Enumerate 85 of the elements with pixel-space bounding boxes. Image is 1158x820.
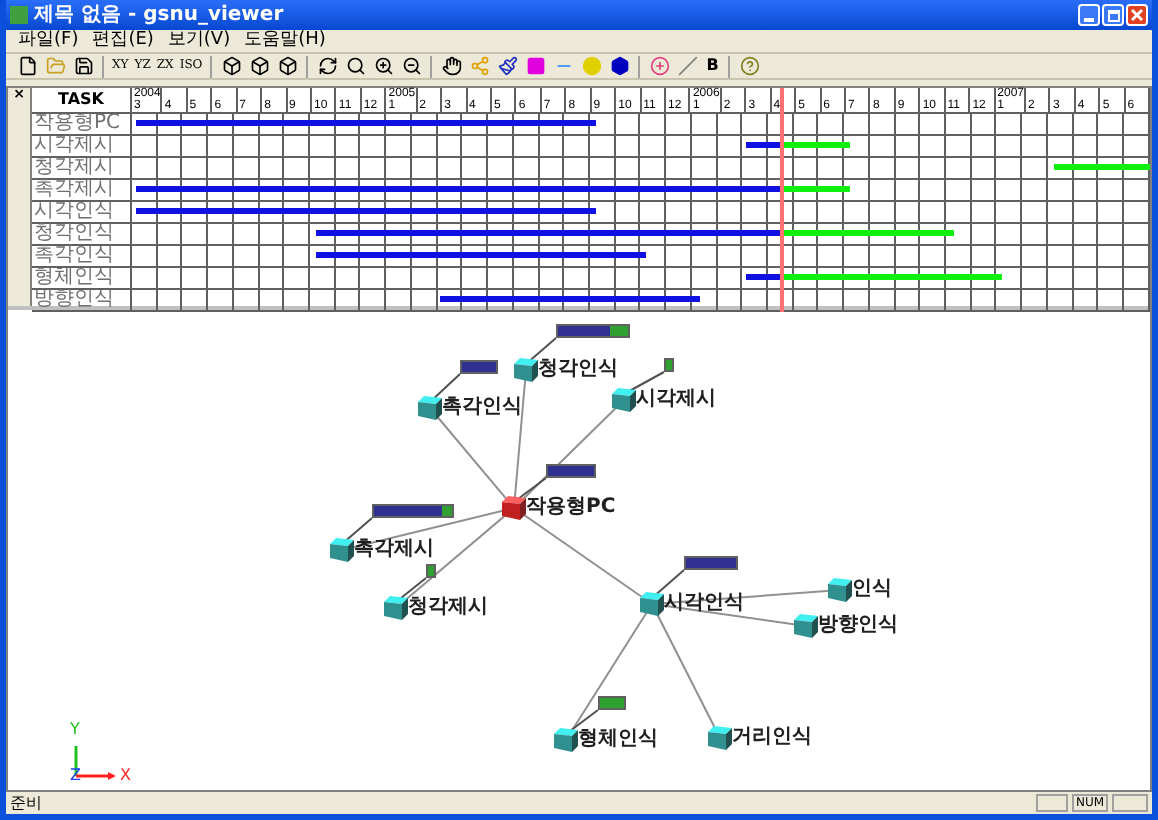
window-title: 제목 없음 - gsnu_viewer <box>34 5 284 25</box>
help-button[interactable] <box>736 53 763 79</box>
zoom-in-button[interactable] <box>370 53 397 79</box>
app-icon <box>10 6 28 24</box>
menu-item[interactable]: 편집(E) <box>92 32 154 50</box>
node-label: 시각인식 <box>664 594 744 614</box>
node-cube-icon <box>640 592 664 616</box>
node-cube-icon <box>794 614 818 638</box>
square-icon <box>525 56 546 76</box>
bold-button[interactable]: B <box>702 54 723 78</box>
node-label: 작용형PC <box>526 498 616 518</box>
column-header: TASK <box>32 88 132 112</box>
brush-icon <box>497 56 518 76</box>
plus-circle-button[interactable] <box>646 53 673 79</box>
task-name: 촉각인식 <box>32 246 114 266</box>
task-name: 방향인식 <box>32 290 114 310</box>
save-icon <box>73 56 93 76</box>
close-icon <box>1130 8 1144 22</box>
z-axis-label: Z <box>70 768 81 784</box>
refresh-button[interactable] <box>314 53 341 79</box>
node-label: 형체인식 <box>578 730 658 750</box>
zoom-in-icon <box>373 56 394 76</box>
y-axis-label: Y <box>70 722 80 738</box>
line-tool-button[interactable] <box>674 53 701 79</box>
gantt-bar <box>1053 164 1150 170</box>
menu-item[interactable]: 보기(V) <box>167 32 231 50</box>
save-button[interactable] <box>70 53 96 79</box>
circle-icon <box>581 56 602 76</box>
task-name: 시각제시 <box>32 136 114 156</box>
node-cube-icon <box>384 596 408 620</box>
search-icon <box>345 56 366 76</box>
task-name: 촉각제시 <box>32 180 114 200</box>
menu-item[interactable]: 파일(F) <box>18 32 79 50</box>
folder-icon <box>45 56 65 76</box>
task-name: 시각인식 <box>32 202 114 222</box>
task-name: 청각인식 <box>32 224 114 244</box>
status-pane <box>1112 794 1148 812</box>
node-cube-icon <box>418 396 442 420</box>
menu-item[interactable]: 도움말(H) <box>244 32 326 50</box>
x-axis-label: X <box>120 768 131 784</box>
search-button[interactable] <box>342 53 369 79</box>
box-button[interactable] <box>274 53 301 79</box>
node-cube-icon <box>612 388 636 412</box>
box-button[interactable] <box>218 53 245 79</box>
node-cube-icon <box>554 728 578 752</box>
hexagon-icon <box>609 56 630 76</box>
help-icon <box>739 56 760 76</box>
box-icon <box>221 56 242 76</box>
zoom-out-icon <box>401 56 422 76</box>
new-file-icon <box>17 56 37 76</box>
node-label: 시각제시 <box>636 390 716 410</box>
box-icon <box>277 56 298 76</box>
refresh-icon <box>317 56 338 76</box>
brush-button[interactable] <box>494 53 521 79</box>
status-text: 준비 <box>10 795 44 811</box>
close-button[interactable] <box>1126 4 1148 26</box>
hand-icon <box>441 56 462 76</box>
task-name: 형체인식 <box>32 268 114 288</box>
node-cube-icon <box>708 726 732 750</box>
node-cube-icon <box>330 538 354 562</box>
node-label: 거리인식 <box>732 728 812 748</box>
square-button[interactable] <box>522 53 549 79</box>
task-name: 청각제시 <box>32 158 114 178</box>
nodes-icon <box>469 56 490 76</box>
zoom-out-button[interactable] <box>398 53 425 79</box>
task-name: 작용형PC <box>32 114 121 134</box>
node-cube-icon <box>502 496 526 520</box>
hand-button[interactable] <box>438 53 465 79</box>
node-label: 방향인식 <box>818 616 898 636</box>
line-tool-icon <box>677 56 698 76</box>
node-label: 촉각인식 <box>442 398 522 418</box>
minimize-button[interactable] <box>1078 4 1100 26</box>
box-icon <box>249 56 270 76</box>
node-label: 인식 <box>852 580 892 600</box>
maximize-button[interactable] <box>1102 4 1124 26</box>
status-pane <box>1036 794 1068 812</box>
nodes-button[interactable] <box>466 53 493 79</box>
plus-circle-icon <box>649 56 670 76</box>
node-cube-icon <box>828 578 852 602</box>
node-label: 청각제시 <box>408 598 488 618</box>
box-button[interactable] <box>246 53 273 79</box>
hexagon-button[interactable] <box>606 53 633 79</box>
node-label: 촉각제시 <box>354 540 434 560</box>
node-cube-icon <box>514 358 538 382</box>
node-label: 청각인식 <box>538 360 618 380</box>
